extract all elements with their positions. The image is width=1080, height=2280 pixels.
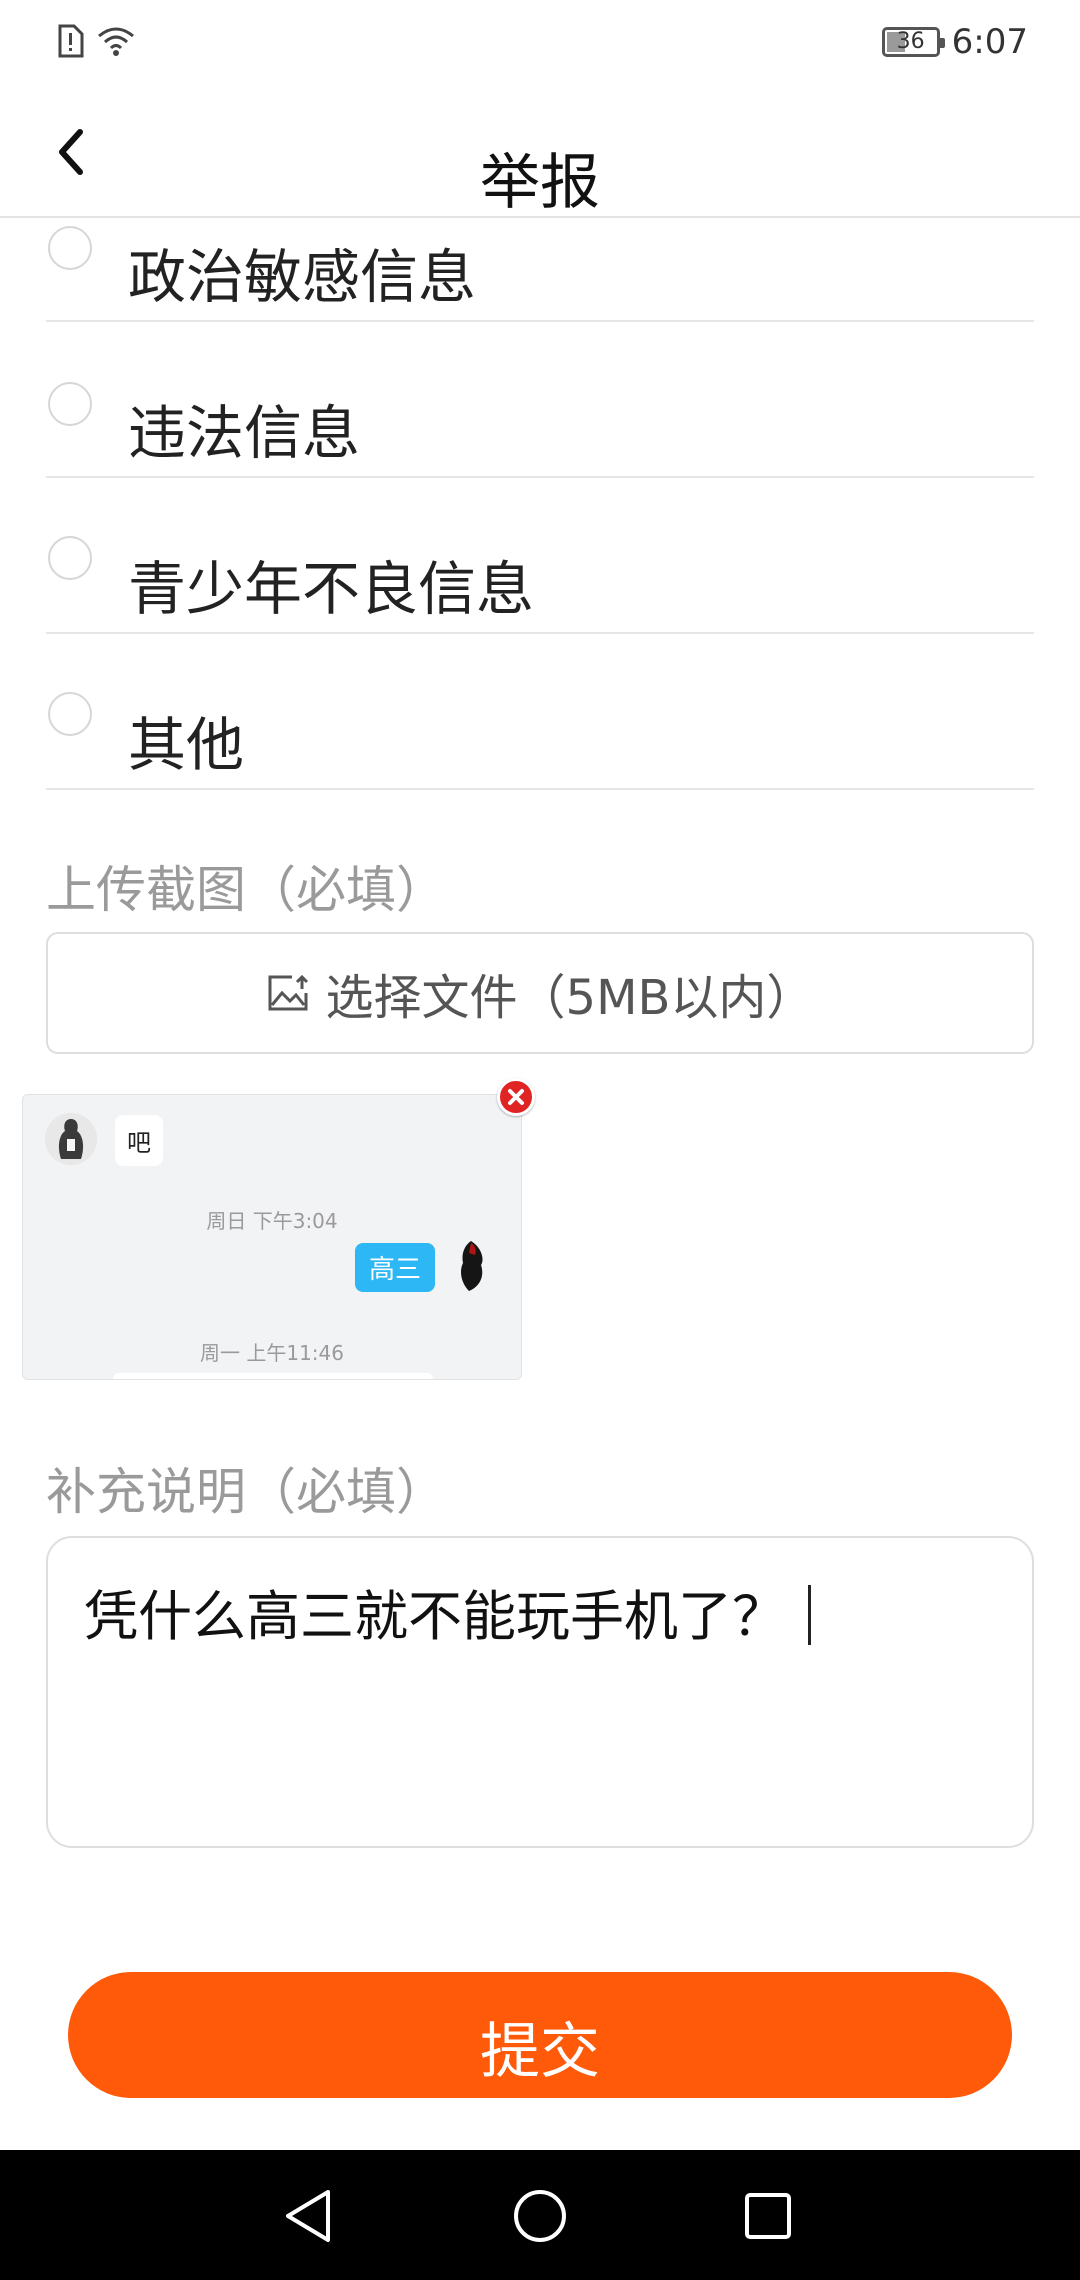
submit-button[interactable]: 提交	[68, 1972, 1012, 2098]
navigation-bar	[0, 2150, 1080, 2280]
option-label: 其他	[128, 711, 245, 779]
nav-recents-button[interactable]	[736, 2184, 800, 2248]
image-upload-icon	[268, 974, 308, 1011]
choose-file-button[interactable]: 选择文件（5MB以内）	[46, 932, 1034, 1054]
chat-timestamp: 周日 下午3:04	[206, 1209, 338, 1233]
nav-home-button[interactable]	[508, 2184, 572, 2248]
chat-timestamp: 周一 上午11:46	[200, 1341, 344, 1365]
avatar	[45, 1113, 97, 1165]
close-icon	[508, 1089, 524, 1105]
chat-bubble-left: 吧	[115, 1115, 163, 1166]
radio-button[interactable]	[48, 382, 92, 426]
radio-button[interactable]	[48, 536, 92, 580]
status-bar: 36 6:07	[0, 0, 1080, 92]
alert-icon	[56, 24, 84, 62]
status-icons-right: 36 6:07	[881, 22, 1028, 62]
radio-button[interactable]	[48, 692, 92, 736]
chat-bubble-right: 高三	[355, 1243, 436, 1292]
option-label: 青少年不良信息	[128, 555, 535, 623]
option-illegal[interactable]: 违法信息	[46, 322, 1034, 478]
avatar	[441, 1235, 497, 1295]
option-political[interactable]: 政治敏感信息	[46, 166, 1034, 322]
battery-icon: 36	[881, 27, 945, 57]
recents-square-icon	[745, 2193, 791, 2239]
description-textarea[interactable]: 凭什么高三就不能玩手机了？	[46, 1536, 1034, 1848]
description-text: 凭什么高三就不能玩手机了？	[84, 1585, 786, 1648]
nav-back-button[interactable]	[276, 2184, 340, 2248]
radio-button[interactable]	[48, 226, 92, 270]
back-triangle-icon	[286, 2190, 330, 2242]
description-label: 补充说明（必填）	[46, 1463, 446, 1521]
battery-level: 36	[896, 29, 925, 54]
option-other[interactable]: 其他	[46, 634, 1034, 790]
clock: 6:07	[951, 22, 1028, 62]
upload-label: 上传截图（必填）	[46, 861, 446, 919]
choose-file-label: 选择文件（5MB以内）	[325, 970, 815, 1026]
option-youth[interactable]: 青少年不良信息	[46, 478, 1034, 634]
wifi-icon	[96, 24, 136, 62]
chat-bubble-partial	[113, 1373, 433, 1379]
submit-label: 提交	[480, 2016, 600, 2087]
home-circle-icon	[514, 2190, 566, 2242]
text-cursor	[808, 1585, 811, 1645]
option-label: 违法信息	[128, 399, 361, 467]
option-label: 政治敏感信息	[128, 243, 477, 311]
screenshot-thumbnail[interactable]: 吧 周日 下午3:04 高三 周一 上午11:46	[22, 1094, 522, 1380]
status-icons-left	[56, 24, 136, 62]
remove-image-button[interactable]	[497, 1078, 535, 1116]
